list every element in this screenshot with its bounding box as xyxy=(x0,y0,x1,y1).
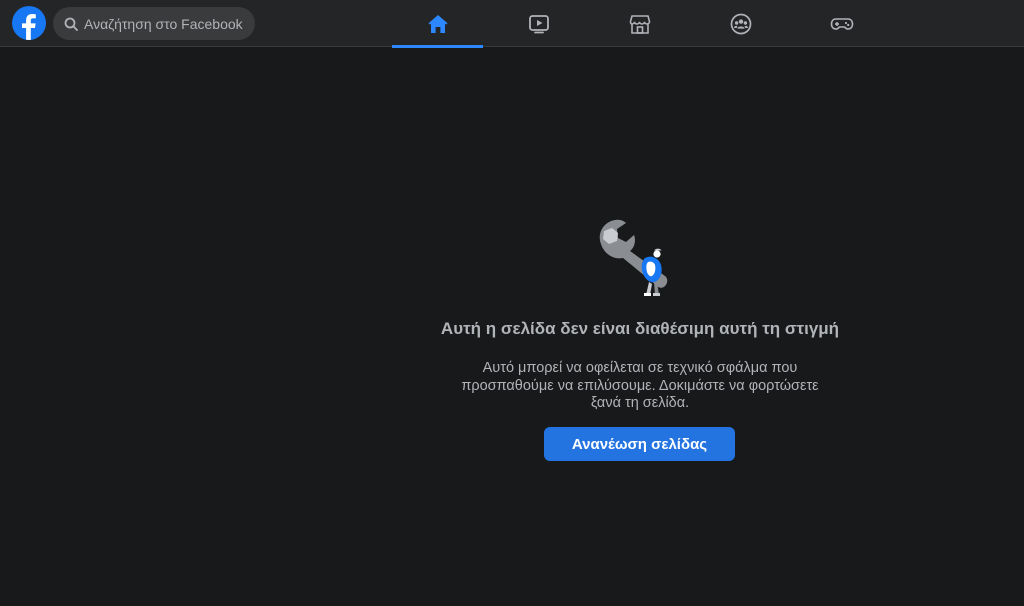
top-navigation-bar xyxy=(0,0,1024,48)
gaming-icon xyxy=(830,17,853,30)
search-bar[interactable] xyxy=(53,7,255,40)
search-icon xyxy=(64,17,78,31)
facebook-logo-icon[interactable] xyxy=(12,6,46,40)
tab-watch[interactable] xyxy=(493,0,584,47)
wrench-person-illustration xyxy=(599,219,668,296)
error-description: Αυτό μπορεί να οφείλεται σε τεχνικό σφάλ… xyxy=(461,360,819,411)
watch-icon xyxy=(528,14,549,33)
tab-groups[interactable] xyxy=(695,0,786,47)
home-icon xyxy=(428,14,447,33)
groups-icon xyxy=(730,13,751,34)
reload-page-button[interactable]: Ανανέωση σελίδας xyxy=(544,427,735,461)
tab-gaming[interactable] xyxy=(796,0,887,47)
error-title: Αυτή η σελίδα δεν είναι διαθέσιμη αυτή τ… xyxy=(440,319,840,338)
tab-marketplace[interactable] xyxy=(594,0,685,47)
tab-home[interactable] xyxy=(392,0,483,48)
marketplace-icon xyxy=(629,14,650,34)
search-input[interactable] xyxy=(84,15,254,32)
